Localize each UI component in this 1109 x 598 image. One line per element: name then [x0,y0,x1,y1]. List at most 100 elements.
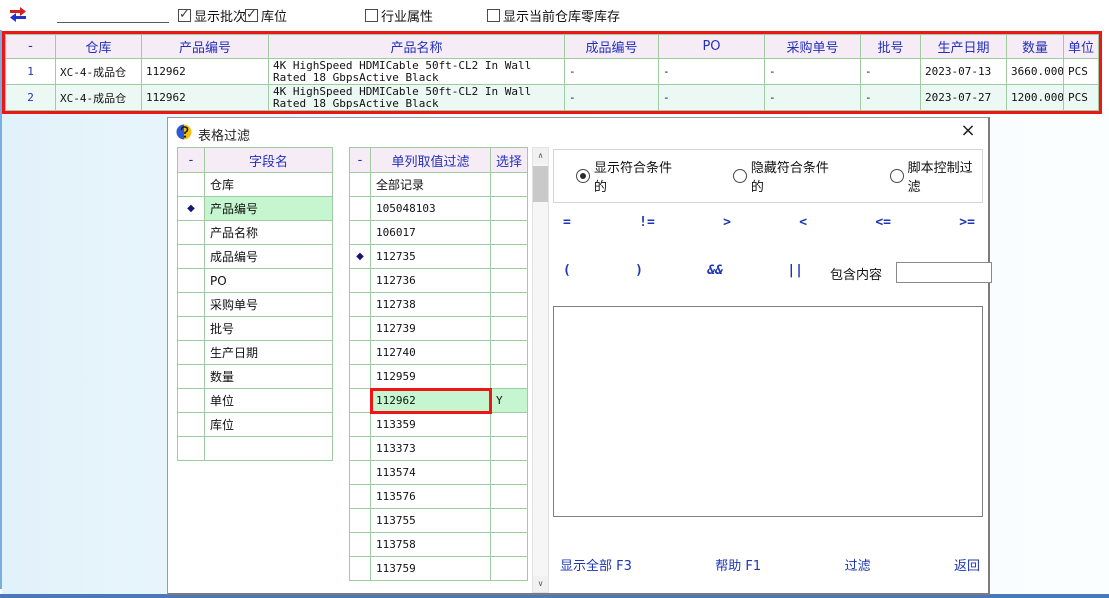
checkbox-industry-attr[interactable]: 行业属性 [365,6,433,25]
op-or-button[interactable]: || [787,263,803,278]
field-row[interactable]: 单位 [178,389,333,413]
field-name-header: 字段名 [205,148,333,173]
value-row[interactable]: 113758 [350,533,528,557]
field-row[interactable]: 产品名称 [178,221,333,245]
dialog-title: 表格过滤 [198,125,250,144]
op-not-equals-button[interactable]: != [639,215,655,230]
checkbox-unchecked-icon [365,9,378,22]
checkbox-show-batch[interactable]: 显示批次 [178,6,246,25]
field-row[interactable]: PO [178,269,333,293]
value-row-selected[interactable]: 112962Y [350,389,528,413]
dialog-button-row: 显示全部 F3 帮助 F1 过滤 返回 [560,555,980,574]
field-row-empty[interactable] [178,437,333,461]
op-open-paren-button[interactable]: ( [563,263,571,278]
op-and-button[interactable]: && [707,263,723,278]
col-header-unit[interactable]: 单位 [1064,35,1099,59]
op-close-paren-button[interactable]: ) [635,263,643,278]
field-row[interactable]: 仓库 [178,173,333,197]
value-list: - 单列取值过滤 选择 全部记录 105048103 106017 ◆11273… [349,147,528,595]
value-filter-header: 单列取值过滤 [371,148,491,173]
cell-product-no: 112962 [142,85,269,111]
filter-mode-group: 显示符合条件的 隐藏符合条件的 脚本控制过滤 [553,149,983,203]
col-header-qty[interactable]: 数量 [1007,35,1064,59]
value-row[interactable]: 113755 [350,509,528,533]
field-row[interactable]: 数量 [178,365,333,389]
op-less-equal-button[interactable]: <= [875,215,891,230]
cell-po: - [659,85,765,111]
scroll-down-icon[interactable]: ∨ [533,576,548,592]
field-list-header: - 字段名 [178,148,333,173]
value-list-header: - 单列取值过滤 选择 [350,148,528,173]
close-icon[interactable]: × [958,121,978,141]
value-row[interactable]: 113373 [350,437,528,461]
field-row-selected[interactable]: ◆产品编号 [178,197,333,221]
value-row[interactable]: 113359 [350,413,528,437]
field-row[interactable]: 采购单号 [178,293,333,317]
table-row[interactable]: 2 XC-4-成品仓 112962 4K HighSpeed HDMICable… [6,85,1099,111]
table-row[interactable]: 1 XC-4-成品仓 112962 4K HighSpeed HDMICable… [6,59,1099,85]
checkbox-label: 行业属性 [381,6,433,25]
radio-label: 脚本控制过滤 [908,157,982,195]
col-header-finished-no[interactable]: 成品编号 [565,35,659,59]
swap-arrows-icon[interactable] [8,7,28,23]
cell-product-no: 112962 [142,59,269,85]
radio-hide-matching[interactable]: 隐藏符合条件的 [733,157,838,195]
help-button[interactable]: 帮助 F1 [715,555,761,574]
quick-search-input[interactable] [57,6,169,23]
value-cell: 113359 [371,413,491,437]
value-row[interactable]: 105048103 [350,197,528,221]
value-row[interactable]: 113576 [350,485,528,509]
radio-label: 显示符合条件的 [594,157,681,195]
field-row[interactable]: 成品编号 [178,245,333,269]
col-header-product-no[interactable]: 产品编号 [142,35,269,59]
value-row[interactable]: 全部记录 [350,173,528,197]
contains-input[interactable] [896,262,992,283]
value-row[interactable]: 113574 [350,461,528,485]
col-header-warehouse[interactable]: 仓库 [56,35,142,59]
value-cell: 105048103 [371,197,491,221]
marker-col-header: - [178,148,205,173]
value-row[interactable]: 112959 [350,365,528,389]
col-header-product-name[interactable]: 产品名称 [269,35,565,59]
value-cell: 113755 [371,509,491,533]
col-header-purchase-no[interactable]: 采购单号 [765,35,861,59]
field-row[interactable]: 批号 [178,317,333,341]
value-list-scrollbar[interactable]: ∧ ∨ [532,147,549,593]
scrollbar-thumb[interactable] [533,166,548,202]
radio-script-filter[interactable]: 脚本控制过滤 [890,157,982,195]
op-greater-button[interactable]: > [723,215,731,230]
value-row[interactable]: 113759 [350,557,528,581]
field-row[interactable]: 生产日期 [178,341,333,365]
op-greater-equal-button[interactable]: >= [959,215,975,230]
op-equals-button[interactable]: = [563,215,571,230]
value-row[interactable]: 106017 [350,221,528,245]
col-header-po[interactable]: PO [659,35,765,59]
cell-purchase-no: - [765,85,861,111]
radio-show-matching[interactable]: 显示符合条件的 [576,157,681,195]
value-row[interactable]: 112736 [350,269,528,293]
return-button[interactable]: 返回 [954,555,980,574]
cell-unit: PCS [1064,59,1099,85]
value-row[interactable]: 112740 [350,341,528,365]
cell-prod-date: 2023-07-13 [921,59,1007,85]
scroll-up-icon[interactable]: ∧ [533,148,548,164]
show-all-button[interactable]: 显示全部 F3 [560,555,632,574]
checkbox-unchecked-icon [487,9,500,22]
dialog-title-bar[interactable]: 表格过滤 × [168,118,988,146]
op-less-button[interactable]: < [799,215,807,230]
col-header-rowno[interactable]: - [6,35,56,59]
value-row[interactable]: 112739 [350,317,528,341]
checkbox-show-zero-stock[interactable]: 显示当前仓库零库存 [487,6,620,25]
cell-finished-no: - [565,85,659,111]
value-row[interactable]: 112738 [350,293,528,317]
field-label: 库位 [205,413,333,437]
col-header-prod-date[interactable]: 生产日期 [921,35,1007,59]
checkbox-label: 显示批次 [194,6,246,25]
col-header-batch-no[interactable]: 批号 [861,35,921,59]
field-row[interactable]: 库位 [178,413,333,437]
field-label: 生产日期 [205,341,333,365]
filter-expression-area[interactable] [553,306,983,517]
checkbox-location[interactable]: 库位 [245,6,287,25]
value-row[interactable]: ◆112735 [350,245,528,269]
filter-button[interactable]: 过滤 [845,555,871,574]
